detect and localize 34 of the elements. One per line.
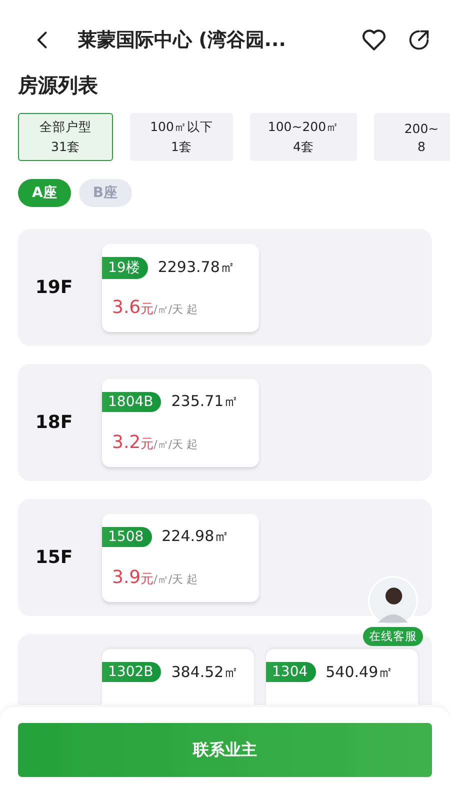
price-currency: 元 bbox=[140, 436, 154, 452]
price-unit: /㎡/天 起 bbox=[154, 302, 198, 316]
unit-area: 540.49㎡ bbox=[326, 662, 394, 682]
floor-label: 18F bbox=[35, 412, 73, 433]
unit-card[interactable]: 1304 540.49㎡ bbox=[266, 649, 418, 705]
unit-tag: 19楼 bbox=[102, 256, 148, 278]
unit-price: 3.6 bbox=[112, 296, 141, 318]
unit-tag: 1304 bbox=[266, 662, 316, 682]
unit-card[interactable]: 1508 224.98㎡ 3.9元/㎡/天 起 bbox=[102, 514, 259, 602]
page-title: 莱蒙国际中心 (湾谷园... bbox=[78, 28, 287, 53]
filter-chip[interactable]: 100~200㎡ 4套 bbox=[250, 113, 357, 161]
unit-card[interactable]: 1302B 384.52㎡ bbox=[102, 649, 254, 705]
filter-chip[interactable]: 200~ 8 bbox=[374, 113, 450, 161]
avatar-icon[interactable] bbox=[368, 576, 418, 626]
floor-label: 19F bbox=[35, 277, 73, 298]
unit-tag: 1302B bbox=[102, 662, 162, 682]
unit-area: 2293.78㎡ bbox=[158, 258, 235, 277]
price-unit: /㎡/天 起 bbox=[154, 572, 198, 586]
price-unit: /㎡/天 起 bbox=[154, 436, 198, 452]
unit-area: 384.52㎡ bbox=[171, 662, 239, 682]
unit-tag: 1508 bbox=[102, 526, 152, 546]
unit-card[interactable]: 19楼 2293.78㎡ 3.6元/㎡/天 起 bbox=[102, 244, 259, 332]
unit-area: 224.98㎡ bbox=[162, 527, 230, 546]
unit-price: 3.9 bbox=[112, 566, 141, 588]
price-currency: 元 bbox=[140, 570, 154, 588]
filter-chip[interactable]: 100㎡以下 1套 bbox=[130, 113, 233, 161]
unit-area: 235.71㎡ bbox=[171, 392, 239, 411]
floor-label: 15F bbox=[35, 547, 73, 568]
filter-chip[interactable]: 全部户型 31套 bbox=[18, 113, 113, 161]
price-currency: 元 bbox=[140, 300, 154, 318]
unit-price: 3.2 bbox=[112, 432, 141, 452]
unit-tag: 1804B bbox=[102, 392, 162, 412]
unit-card[interactable]: 1804B 235.71㎡ 3.2元/㎡/天 起 bbox=[102, 378, 259, 466]
section-title: 房源列表 bbox=[16, 72, 99, 99]
